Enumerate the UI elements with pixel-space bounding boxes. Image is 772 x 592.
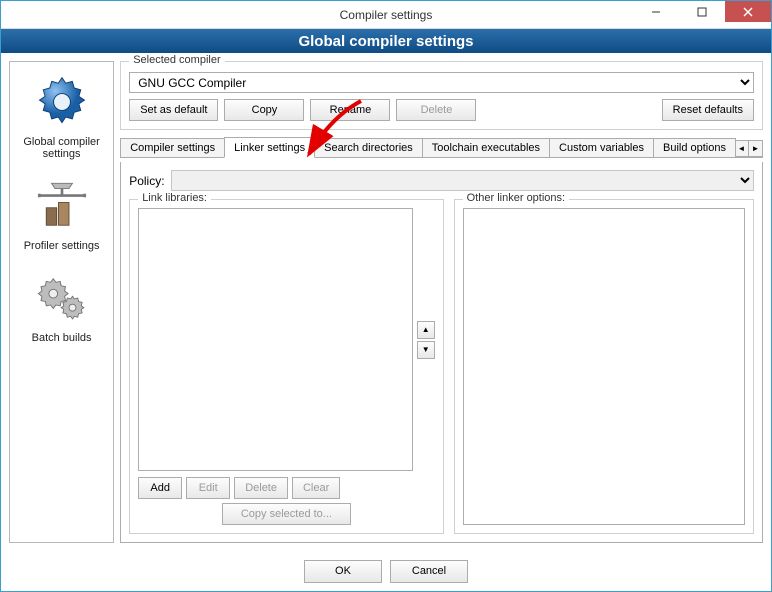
delete-compiler-button: Delete	[396, 99, 476, 121]
cancel-button[interactable]: Cancel	[390, 560, 468, 583]
sidebar-item-profiler[interactable]: Profiler settings	[10, 170, 113, 262]
edit-library-button: Edit	[186, 477, 230, 499]
rename-compiler-button[interactable]: Rename	[310, 99, 390, 121]
library-button-row: Add Edit Delete Clear	[138, 477, 434, 499]
tab-toolchain-executables[interactable]: Toolchain executables	[422, 138, 550, 157]
link-libraries-list[interactable]	[138, 208, 412, 471]
tab-body: Policy: Link libraries: ▲ ▼ Add E	[120, 162, 763, 543]
close-button[interactable]	[725, 1, 771, 22]
dialog-button-bar: OK Cancel	[1, 551, 771, 591]
selected-compiler-group: Selected compiler GNU GCC Compiler Set a…	[120, 61, 763, 130]
other-options-legend: Other linker options:	[463, 192, 569, 204]
gears-icon	[32, 268, 92, 328]
link-libraries-legend: Link libraries:	[138, 192, 211, 204]
tab-build-options[interactable]: Build options	[653, 138, 736, 157]
sidebar-item-label: Batch builds	[12, 332, 111, 344]
ok-button[interactable]: OK	[304, 560, 382, 583]
tab-search-directories[interactable]: Search directories	[314, 138, 423, 157]
copy-selected-button: Copy selected to...	[222, 503, 351, 525]
add-library-button[interactable]: Add	[138, 477, 182, 499]
tab-scroll-left[interactable]: ◄	[734, 140, 749, 157]
content-area: Global compiler settings Profiler settin…	[1, 53, 771, 551]
window-controls	[633, 1, 771, 22]
set-default-button[interactable]: Set as default	[129, 99, 218, 121]
policy-label: Policy:	[129, 174, 164, 188]
sidebar-item-batch-builds[interactable]: Batch builds	[10, 262, 113, 354]
tab-linker-settings[interactable]: Linker settings	[224, 137, 315, 158]
link-libraries-group: Link libraries: ▲ ▼ Add Edit Delete Clea…	[129, 199, 443, 534]
tab-strip: Compiler settings Linker settings Search…	[120, 134, 763, 158]
other-linker-options-textarea[interactable]	[463, 208, 745, 525]
reset-defaults-button[interactable]: Reset defaults	[662, 99, 754, 121]
compiler-select[interactable]: GNU GCC Compiler	[129, 72, 754, 93]
linker-columns: Link libraries: ▲ ▼ Add Edit Delete Clea…	[129, 199, 754, 534]
minimize-icon	[651, 7, 661, 17]
sidebar-item-global-compiler[interactable]: Global compiler settings	[10, 66, 113, 170]
tab-scroll-right[interactable]: ►	[748, 140, 763, 157]
main-panel: Selected compiler GNU GCC Compiler Set a…	[120, 61, 763, 543]
titlebar: Compiler settings	[1, 1, 771, 29]
move-up-button[interactable]: ▲	[417, 321, 435, 339]
close-icon	[743, 7, 753, 17]
selected-compiler-legend: Selected compiler	[129, 54, 224, 66]
tab-compiler-settings[interactable]: Compiler settings	[120, 138, 225, 157]
copy-compiler-button[interactable]: Copy	[224, 99, 304, 121]
minimize-button[interactable]	[633, 1, 679, 22]
maximize-button[interactable]	[679, 1, 725, 22]
sidebar-item-label: Global compiler settings	[12, 136, 111, 160]
policy-row: Policy:	[129, 170, 754, 191]
move-down-button[interactable]: ▼	[417, 341, 435, 359]
policy-select[interactable]	[171, 170, 754, 191]
gear-icon	[32, 72, 92, 132]
tab-scroll-nav: ◄ ►	[735, 140, 763, 157]
profiler-icon	[32, 176, 92, 236]
maximize-icon	[697, 7, 707, 17]
tab-custom-variables[interactable]: Custom variables	[549, 138, 654, 157]
reorder-arrows: ▲ ▼	[417, 208, 435, 471]
delete-library-button: Delete	[234, 477, 288, 499]
header-title: Global compiler settings	[298, 33, 473, 50]
other-linker-options-group: Other linker options:	[454, 199, 754, 534]
sidebar-item-label: Profiler settings	[12, 240, 111, 252]
clear-libraries-button: Clear	[292, 477, 340, 499]
sidebar: Global compiler settings Profiler settin…	[9, 61, 114, 543]
compiler-button-row: Set as default Copy Rename Delete Reset …	[129, 99, 754, 121]
header-band: Global compiler settings	[1, 29, 771, 53]
